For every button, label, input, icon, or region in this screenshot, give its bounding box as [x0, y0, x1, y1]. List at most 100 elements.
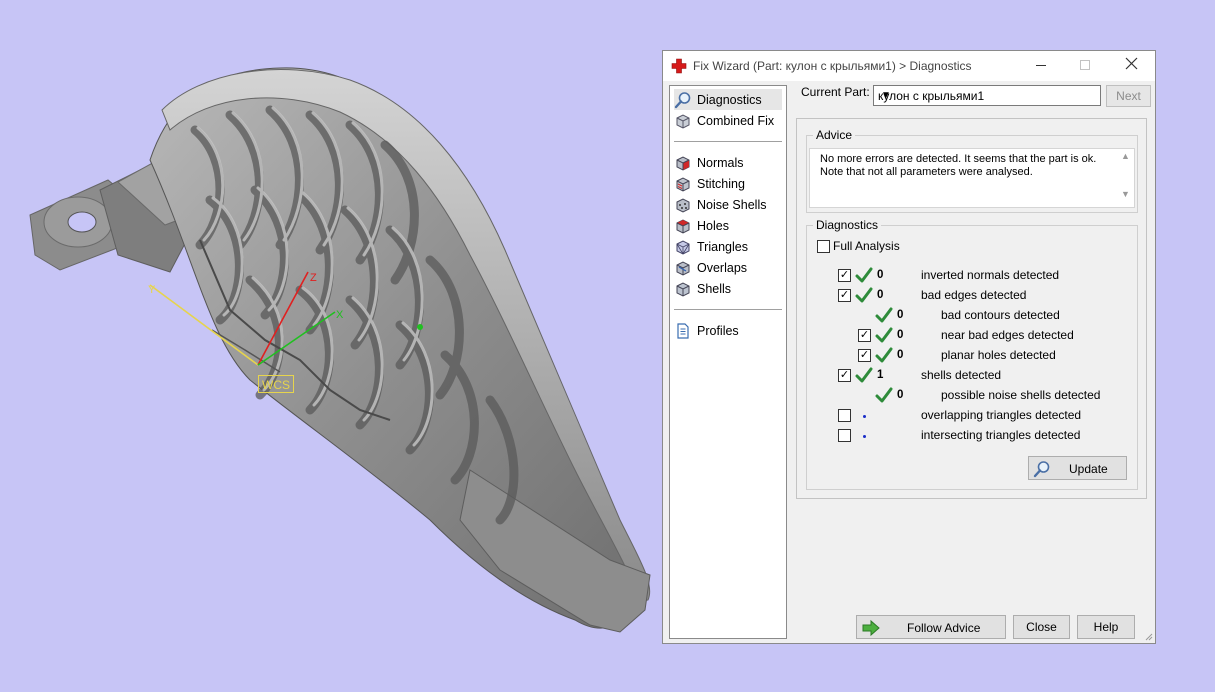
scroll-down-icon: ▼: [1121, 189, 1130, 199]
nav-item-combined-fix[interactable]: Combined Fix: [674, 110, 782, 131]
advice-scrollbar[interactable]: ▲ ▼: [1117, 149, 1134, 201]
magnifier-icon: [1033, 461, 1050, 478]
chevron-down-icon: ▼: [881, 90, 891, 101]
3d-viewport[interactable]: Z Y X WCS: [0, 0, 660, 692]
green-check-icon: [855, 267, 873, 283]
holes-cube-icon: [676, 218, 690, 234]
axis-x-label: X: [336, 309, 344, 321]
nav-item-shells[interactable]: Shells: [674, 278, 782, 299]
titlebar: Fix Wizard (Part: кулон с крыльями1) > D…: [663, 51, 1155, 81]
close-icon: [1125, 57, 1137, 70]
green-check-icon: [875, 307, 893, 323]
nav-item-stitching[interactable]: Stitching: [674, 173, 782, 194]
nav-separator: [674, 309, 782, 310]
nav-label: Holes: [697, 218, 729, 233]
nav-label: Profiles: [697, 323, 739, 338]
advice-text: No more errors are detected. It seems th…: [820, 153, 1097, 178]
cube-icon: [676, 113, 690, 129]
diagnostic-checkbox[interactable]: ✓: [838, 369, 851, 382]
nav-item-overlaps[interactable]: Overlaps: [674, 257, 782, 278]
document-icon: [677, 322, 689, 339]
diagnostic-label: overlapping triangles detected: [921, 408, 1082, 422]
diagnostic-checkbox[interactable]: ✓: [838, 269, 851, 282]
nav-label: Stitching: [697, 176, 745, 191]
update-label: Update: [1069, 462, 1108, 476]
diagnostic-label: bad edges detected: [921, 288, 1027, 302]
diagnostic-count: 1: [877, 369, 884, 381]
nav-item-normals[interactable]: Normals: [674, 152, 782, 173]
diagnostic-checkbox[interactable]: ✓: [858, 349, 871, 362]
nav-label: Shells: [697, 281, 732, 296]
nav-label: Combined Fix: [697, 113, 775, 128]
diagnostics-title: Diagnostics: [813, 218, 882, 232]
diagnostic-checkbox[interactable]: ✓: [838, 289, 851, 302]
diagnostic-count: 0: [897, 309, 904, 321]
nav-item-noise-shells[interactable]: Noise Shells: [674, 194, 782, 215]
maximize-icon: [1080, 60, 1090, 70]
green-check-icon: [875, 347, 893, 363]
wing-pendant-model: Z Y X: [29, 67, 651, 633]
nav-item-holes[interactable]: Holes: [674, 215, 782, 236]
help-button[interactable]: Help: [1077, 615, 1135, 639]
axis-y-label: Y: [148, 284, 156, 296]
next-button[interactable]: Next: [1106, 85, 1151, 107]
nav-label: Triangles: [697, 239, 748, 254]
nav-item-triangles[interactable]: Triangles: [674, 236, 782, 257]
magnifier-icon: [674, 91, 691, 108]
diagnostics-group: Diagnostics Full Analysis ✓ 0 inverted n…: [806, 218, 1138, 490]
update-button[interactable]: Update: [1028, 456, 1127, 480]
not-analysed-dot-icon: [863, 435, 866, 438]
diagnostic-count: 0: [877, 289, 884, 301]
nav-label: Normals: [697, 155, 744, 170]
diagnostic-count: 0: [897, 329, 904, 341]
maximize-button[interactable]: [1063, 51, 1107, 81]
diagnostic-label: intersecting triangles detected: [921, 428, 1081, 442]
nav-label: Noise Shells: [697, 197, 767, 212]
resize-grip-icon[interactable]: [1143, 631, 1153, 641]
nav-item-profiles[interactable]: Profiles: [674, 320, 782, 341]
scroll-up-icon: ▲: [1121, 151, 1130, 161]
green-arrow-icon: [862, 619, 880, 637]
diagnostic-count: 0: [877, 269, 884, 281]
green-check-icon: [855, 287, 873, 303]
diagnostic-label: planar holes detected: [941, 348, 1056, 362]
follow-advice-button[interactable]: Follow Advice: [856, 615, 1006, 639]
minimize-button[interactable]: [1019, 51, 1063, 81]
noise-shells-icon: [676, 197, 690, 213]
stitching-cube-icon: [676, 176, 690, 192]
current-part-select[interactable]: кулон с крыльями1 ▼: [873, 85, 1101, 106]
window-title: Fix Wizard (Part: кулон с крыльями1) > D…: [693, 59, 972, 73]
green-check-icon: [875, 387, 893, 403]
green-check-icon: [875, 327, 893, 343]
full-analysis-checkbox[interactable]: [817, 240, 830, 253]
fix-wizard-window: Fix Wizard (Part: кулон с крыльями1) > D…: [662, 50, 1156, 644]
diagnostic-label: shells detected: [921, 368, 1002, 382]
close-button[interactable]: Close: [1013, 615, 1070, 639]
nav-label: Diagnostics: [697, 92, 762, 107]
full-analysis-label: Full Analysis: [833, 239, 900, 253]
shells-cube-icon: [676, 281, 690, 297]
axis-z-label: Z: [310, 272, 317, 284]
nav-item-diagnostics[interactable]: Diagnostics: [674, 89, 782, 110]
not-analysed-dot-icon: [863, 415, 866, 418]
diagnostic-checkbox[interactable]: [838, 429, 851, 442]
follow-advice-label: Follow Advice: [907, 621, 981, 635]
advice-textbox: No more errors are detected. It seems th…: [809, 148, 1135, 208]
diagnostic-checkbox[interactable]: [838, 409, 851, 422]
diagnostic-label: bad contours detected: [941, 308, 1060, 322]
triangles-cube-icon: [676, 239, 690, 255]
overlaps-cube-icon: [676, 260, 690, 276]
red-cross-icon: [671, 58, 687, 74]
diagnostic-label: inverted normals detected: [921, 268, 1060, 282]
tool-navigation-panel: Diagnostics Combined Fix Normals Stitchi…: [669, 85, 787, 639]
minimize-icon: [1036, 65, 1046, 66]
diagnostic-count: 0: [897, 349, 904, 361]
current-part-label: Current Part:: [801, 85, 870, 99]
diagnostic-checkbox[interactable]: ✓: [858, 329, 871, 342]
nav-separator: [674, 141, 782, 142]
close-window-button[interactable]: [1109, 51, 1153, 81]
diagnostics-panel: Advice No more errors are detected. It s…: [796, 118, 1147, 499]
nav-label: Overlaps: [697, 260, 748, 275]
normals-cube-icon: [676, 155, 690, 171]
advice-group: Advice No more errors are detected. It s…: [806, 128, 1138, 213]
